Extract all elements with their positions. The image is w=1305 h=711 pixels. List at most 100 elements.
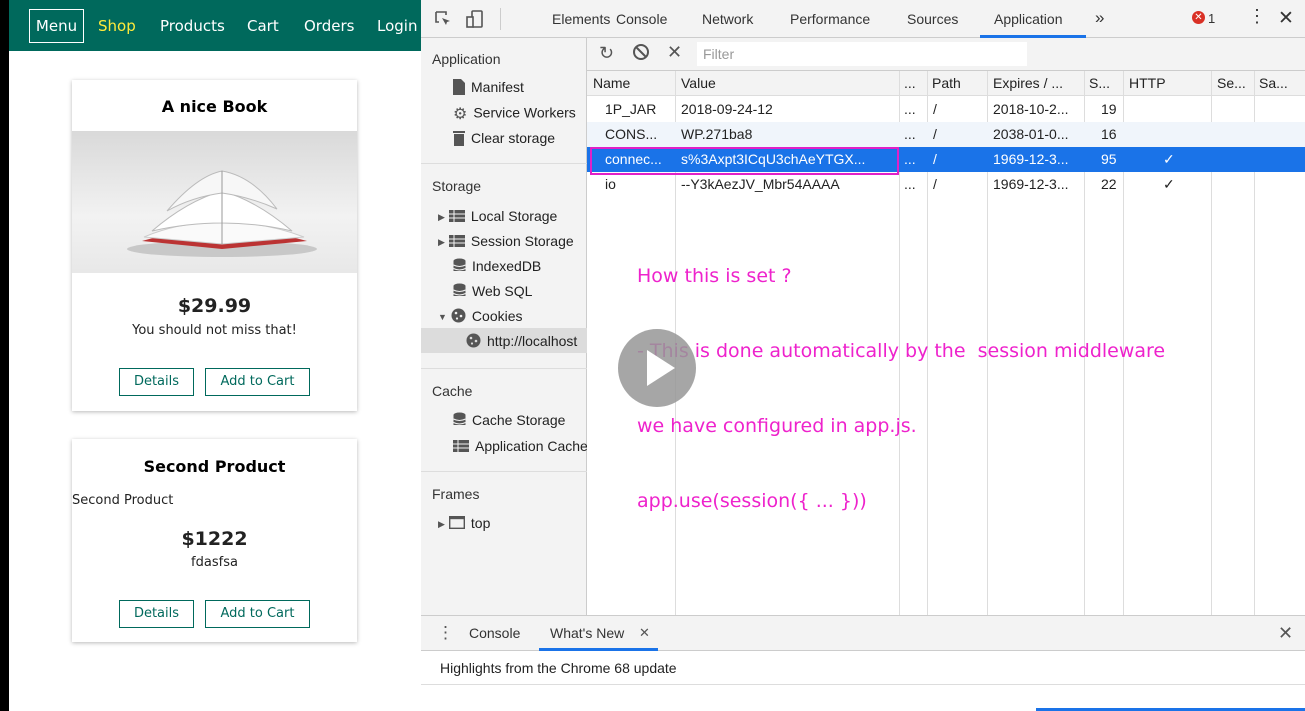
column-header-path[interactable]: Path (932, 75, 961, 91)
tab-performance[interactable]: Performance (790, 11, 870, 27)
add-to-cart-button[interactable]: Add to Cart (205, 600, 310, 628)
sidebar-item-label: Application Cache (475, 438, 588, 454)
drawer-tab-whats-new[interactable]: What's New (550, 625, 624, 641)
tab-network[interactable]: Network (702, 11, 753, 27)
sidebar-item-label: Clear storage (471, 130, 556, 147)
sidebar-item-cookies[interactable]: ▼ Cookies (438, 308, 523, 326)
details-button[interactable]: Details (119, 368, 194, 396)
play-button[interactable] (618, 329, 696, 407)
cell-path: / (933, 126, 937, 142)
cell-name: io (605, 176, 616, 192)
sidebar-item-manifest[interactable]: Manifest (453, 79, 524, 98)
sidebar-item-session-storage[interactable]: ▶ Session Storage (438, 233, 574, 250)
column-header-expires[interactable]: Expires / ... (993, 75, 1063, 91)
tab-console[interactable]: Console (616, 11, 667, 27)
device-toolbar-icon[interactable] (465, 9, 485, 34)
product-description: You should not miss that! (132, 323, 297, 338)
product-title: Second Product (143, 457, 286, 476)
collapse-arrow-icon[interactable]: ▼ (438, 312, 447, 322)
drawer-tabbar: ⋮ Console What's New ✕ ✕ (421, 616, 1305, 651)
annotation-line: - This is done automatically by the sess… (637, 340, 1166, 362)
nav-cart-link[interactable]: Cart (247, 17, 279, 35)
grid-icon (453, 439, 469, 455)
sidebar-item-indexeddb[interactable]: IndexedDB (453, 258, 541, 276)
more-tabs-button[interactable]: » (1095, 8, 1104, 28)
cell-path: / (933, 101, 937, 117)
cell-domain: ... (904, 126, 916, 142)
column-header-value[interactable]: Value (681, 75, 716, 91)
active-tab-indicator (539, 648, 658, 651)
expand-arrow-icon[interactable]: ▶ (438, 519, 445, 530)
trash-icon (453, 130, 465, 149)
section-heading-cache: Cache (432, 383, 473, 399)
customize-menu-icon[interactable]: ⋮ (1248, 6, 1266, 27)
close-devtools-icon[interactable]: ✕ (1278, 7, 1294, 30)
cell-path: / (933, 151, 937, 167)
filter-input[interactable]: Filter (697, 42, 1027, 66)
tab-elements[interactable]: Elements (552, 11, 610, 27)
close-tab-icon[interactable]: ✕ (639, 625, 650, 641)
product-price: $1222 (181, 528, 248, 550)
cell-expires: 2018-10-2... (993, 101, 1069, 117)
sidebar-item-cookie-origin[interactable]: http://localhost (421, 328, 587, 353)
delete-selected-icon[interactable]: ✕ (667, 42, 682, 63)
cell-http: ✓ (1163, 151, 1175, 167)
product-image (72, 131, 357, 273)
annotation-line: How this is set ? (637, 265, 792, 287)
sidebar-item-label: IndexedDB (472, 258, 542, 274)
inspect-element-icon[interactable] (433, 9, 453, 34)
annotation-line: app.use(session({ ... })) (637, 490, 867, 512)
sidebar-item-web-sql[interactable]: Web SQL (453, 283, 532, 301)
expand-arrow-icon[interactable]: ▶ (438, 212, 445, 223)
nav-orders-link[interactable]: Orders (304, 17, 354, 35)
gear-icon: ⚙ (453, 106, 468, 123)
column-header-domain[interactable]: ... (904, 75, 916, 91)
drawer-tab-console[interactable]: Console (469, 625, 520, 641)
database-icon (453, 283, 466, 301)
grid-icon (448, 234, 465, 250)
column-header-name[interactable]: Name (593, 75, 630, 91)
error-count[interactable]: 1 (1208, 11, 1215, 26)
add-to-cart-button[interactable]: Add to Cart (205, 368, 310, 396)
sidebar-item-cache-storage[interactable]: Cache Storage (453, 412, 565, 430)
sidebar-item-local-storage[interactable]: ▶ Local Storage (438, 208, 557, 225)
annotation-line: we have configured in app.js. (637, 415, 917, 437)
column-header-size[interactable]: S... (1089, 75, 1110, 91)
cell-name: CONS... (605, 126, 658, 142)
column-header-secure[interactable]: Se... (1217, 75, 1246, 91)
clear-all-icon[interactable] (632, 43, 650, 66)
sidebar-item-label: Local Storage (470, 208, 558, 224)
cookie-icon (466, 333, 481, 351)
sidebar-item-clear-storage[interactable]: Clear storage (453, 130, 555, 149)
table-row[interactable]: 1P_JAR 2018-09-24-12 ... / 2018-10-2... … (587, 97, 1305, 122)
nav-shop-link[interactable]: Shop (98, 17, 136, 35)
error-icon[interactable]: ✕ (1192, 11, 1205, 24)
cell-expires: 1969-12-3... (993, 176, 1069, 192)
close-drawer-icon[interactable]: ✕ (1278, 623, 1293, 644)
section-heading-storage: Storage (432, 178, 482, 194)
drawer-menu-icon[interactable]: ⋮ (437, 623, 454, 643)
sidebar-item-label: http://localhost (487, 333, 578, 349)
section-divider (421, 163, 587, 164)
sidebar-item-service-workers[interactable]: ⚙ Service Workers (453, 104, 576, 124)
nav-products-link[interactable]: Products (160, 17, 225, 35)
column-header-samesite[interactable]: Sa... (1259, 75, 1288, 91)
refresh-icon[interactable]: ↻ (599, 43, 614, 64)
details-button[interactable]: Details (119, 600, 194, 628)
expand-arrow-icon[interactable]: ▶ (438, 237, 445, 248)
frame-icon (448, 516, 465, 532)
product-title: A nice Book (161, 97, 268, 116)
table-row[interactable]: CONS... WP.271ba8 ... / 2038-01-0... 16 (587, 122, 1305, 147)
tab-sources[interactable]: Sources (907, 11, 958, 27)
sidebar-item-application-cache[interactable]: Application Cache (453, 438, 588, 455)
table-row[interactable]: io --Y3kAezJV_Mbr54AAAA ... / 1969-12-3.… (587, 172, 1305, 197)
section-heading-frames: Frames (432, 486, 480, 502)
section-divider (421, 368, 587, 369)
nav-login-link[interactable]: Login (377, 17, 417, 35)
sidebar-item-top-frame[interactable]: ▶ top (438, 515, 490, 532)
product-price: $29.99 (177, 295, 252, 317)
menu-button[interactable]: Menu (29, 9, 84, 43)
column-header-http[interactable]: HTTP (1129, 75, 1166, 91)
cell-value: --Y3kAezJV_Mbr54AAAA (681, 176, 840, 192)
tab-application[interactable]: Application (994, 11, 1063, 27)
